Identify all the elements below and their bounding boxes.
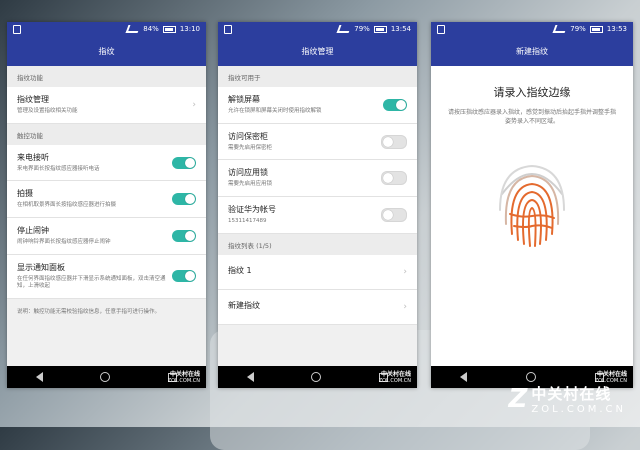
back-icon[interactable]: [460, 372, 468, 382]
status-time: 13:53: [606, 25, 627, 33]
item-title: 来电接听: [17, 152, 49, 162]
section-header-fingerprint: 指纹功能: [7, 66, 206, 87]
unlock-screen-toggle[interactable]: [383, 98, 407, 111]
status-time: 13:54: [390, 25, 411, 33]
mini-watermark: 中关村在线 ZOL.COM.CN: [378, 370, 411, 384]
item-desc: 闹钟响铃界面长按指纹感应器停止闹钟: [17, 239, 111, 246]
back-icon[interactable]: [246, 372, 254, 382]
item-desc: 需要先启用保密柜: [228, 144, 273, 151]
enroll-heading: 请录入指纹边缘: [493, 86, 571, 99]
sim-icon: [437, 24, 445, 34]
signal-icon: [336, 25, 352, 33]
access-app-lock-toggle[interactable]: [381, 171, 407, 186]
home-icon[interactable]: [100, 372, 111, 382]
notification-panel-toggle[interactable]: [172, 270, 196, 283]
chevron-right-icon: ›: [403, 266, 407, 277]
page-title: 指纹: [7, 36, 206, 66]
page-title: 指纹管理: [218, 36, 417, 66]
touch-note: 说明：触控功能无需校验指纹信息，任意手指可进行操作。: [17, 309, 161, 316]
phone-screen-fingerprint: 84% 13:10 指纹 指纹功能 指纹管理 管理及设置指纹相关功能 › 触控功…: [7, 22, 206, 388]
setting-stop-alarm: 停止闹钟 闹钟响铃界面长按指纹感应器停止闹钟: [7, 218, 206, 255]
item-desc: 在任何界面指纹感应器并下滑显示系统通知面板，双击清空通知，上滑收起: [17, 275, 166, 290]
item-title: 指纹 1: [228, 265, 252, 275]
item-title: 解锁屏幕: [228, 95, 260, 104]
battery-percent: 79%: [570, 25, 586, 33]
fingerprint-management-item[interactable]: 指纹管理 管理及设置指纹相关功能 ›: [7, 87, 206, 124]
phone-screen-fingerprint-management: 79% 13:54 指纹管理 指纹可用于 解锁屏幕 允许在锁屏和屏幕关闭时使用指…: [218, 22, 417, 388]
item-title: 拍摄: [17, 189, 33, 199]
item-desc: 来电界面长按指纹感应器接听电话: [17, 165, 100, 172]
fingerprint-icon: [499, 164, 565, 247]
status-time: 13:10: [179, 25, 200, 33]
setting-access-safe: 访问保密柜 需要先启用保密柜: [218, 123, 417, 161]
signal-icon: [125, 25, 141, 33]
answer-call-toggle[interactable]: [172, 156, 196, 169]
item-title: 显示通知面板: [17, 262, 65, 272]
setting-verify-huawei-account: 验证华为帐号 15311417489: [218, 197, 417, 234]
battery-percent: 84%: [143, 25, 159, 33]
setting-unlock-screen: 解锁屏幕 允许在锁屏和屏幕关闭时使用指纹解锁: [218, 87, 417, 124]
zol-logo: Z: [508, 384, 528, 414]
battery-icon: [162, 25, 176, 33]
item-desc: 在相机取景界面长按指纹感应器进行拍摄: [17, 202, 117, 209]
item-title: 访问应用锁: [228, 168, 268, 178]
section-header-touch: 触控功能: [7, 123, 206, 145]
fingerprint-1-item[interactable]: 指纹 1 ›: [218, 254, 417, 290]
status-bar: 79% 13:54: [218, 22, 417, 36]
enroll-body: 请录入指纹边缘 请按压指纹感应器录入指纹，感觉到振动后抬起手指并调整手指姿势录入…: [431, 66, 633, 388]
page-title: 新建指纹: [431, 36, 633, 66]
access-safe-toggle[interactable]: [381, 134, 407, 149]
battery-icon: [589, 25, 603, 33]
sim-icon: [13, 24, 21, 34]
mini-watermark: 中关村在线 ZOL.COM.CN: [167, 370, 200, 384]
battery-percent: 79%: [354, 25, 370, 33]
item-title: 停止闹钟: [17, 226, 49, 236]
item-desc: 允许在锁屏和屏幕关闭时使用指纹解锁: [228, 108, 322, 114]
item-desc: 15311417489: [228, 218, 267, 225]
take-photo-toggle[interactable]: [172, 193, 196, 206]
home-icon[interactable]: [525, 372, 536, 382]
back-icon[interactable]: [35, 372, 43, 382]
status-bar: 79% 13:53: [431, 22, 633, 36]
setting-access-app-lock: 访问应用锁 需要先启用应用锁: [218, 160, 417, 198]
item-title: 访问保密柜: [228, 131, 268, 141]
new-fingerprint-item[interactable]: 新建指纹 ›: [218, 289, 417, 325]
home-icon[interactable]: [311, 372, 322, 382]
chevron-right-icon: ›: [192, 99, 196, 110]
sim-icon: [224, 24, 232, 34]
zol-watermark: Z 中关村在线 ZOL.COM.CN: [509, 383, 626, 415]
item-desc: 管理及设置指纹相关功能: [17, 108, 78, 114]
item-title: 指纹管理: [17, 95, 49, 104]
status-bar: 84% 13:10: [7, 22, 206, 36]
setting-answer-call: 来电接听 来电界面长按指纹感应器接听电话: [7, 144, 206, 182]
item-desc: 需要先启用应用锁: [228, 181, 273, 188]
item-title: 验证华为帐号: [228, 205, 276, 215]
setting-notification-panel: 显示通知面板 在任何界面指纹感应器并下滑显示系统通知面板，双击清空通知，上滑收起: [7, 254, 206, 300]
battery-icon: [373, 25, 387, 33]
item-title: 新建指纹: [228, 300, 260, 310]
section-header-list: 指纹列表 (1/5): [218, 233, 417, 255]
phone-screen-new-fingerprint: 79% 13:53 新建指纹 请录入指纹边缘 请按压指纹感应器录入指纹，感觉到振…: [431, 22, 633, 388]
setting-take-photo: 拍摄 在相机取景界面长按指纹感应器进行拍摄: [7, 181, 206, 219]
signal-icon: [552, 25, 568, 33]
chevron-right-icon: ›: [403, 301, 407, 312]
verify-account-toggle[interactable]: [381, 207, 407, 222]
stop-alarm-toggle[interactable]: [172, 229, 196, 242]
section-header-usage: 指纹可用于: [218, 66, 417, 87]
enroll-instructions: 请按压指纹感应器录入指纹，感觉到振动后抬起手指并调整手指姿势录入不同区域。: [447, 109, 616, 125]
zol-url-text: ZOL.COM.CN: [531, 404, 626, 415]
zol-brand-text: 中关村在线: [531, 385, 612, 403]
